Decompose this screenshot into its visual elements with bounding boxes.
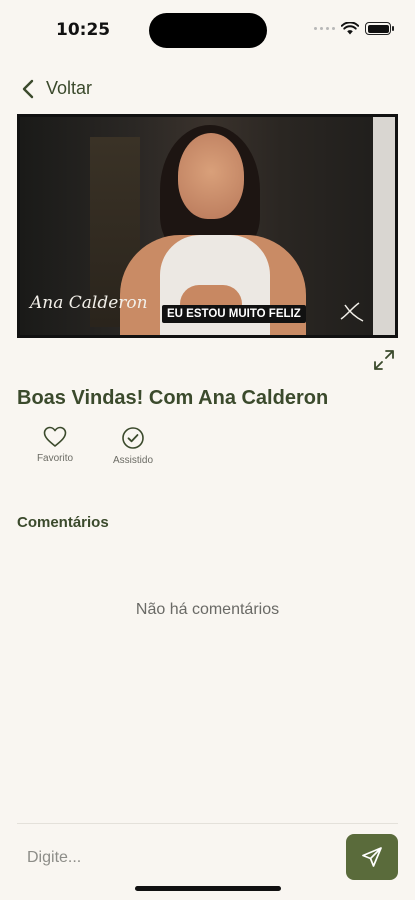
heart-icon [43,426,67,447]
status-bar: 10:25 [0,0,415,60]
favorite-button[interactable]: Favorito [30,426,80,466]
video-player[interactable]: Ana Calderon EU ESTOU MUITO FELIZ [17,114,398,338]
video-caption: EU ESTOU MUITO FELIZ [162,305,306,323]
signal-icon [314,27,335,30]
composer-divider [17,823,398,824]
lesson-title: Boas Vindas! Com Ana Calderon [17,387,329,409]
video-signature-logo: Ana Calderon [30,293,148,313]
video-background-wall [373,117,395,335]
lesson-actions: Favorito Assistido [30,426,158,466]
comments-heading: Comentários [17,514,109,531]
status-icons [314,22,394,35]
home-indicator [135,886,281,891]
video-person-face [178,133,244,219]
wifi-icon [341,22,359,35]
favorite-label: Favorito [36,453,74,464]
brand-mark-icon [340,302,364,322]
battery-icon [365,22,394,35]
send-button[interactable] [346,834,398,880]
watched-button[interactable]: Assistido [108,426,158,466]
back-button[interactable]: Voltar [22,78,92,99]
fullscreen-button[interactable] [373,349,395,376]
back-label: Voltar [46,78,93,98]
status-time: 10:25 [56,20,111,40]
comment-input[interactable] [17,836,337,880]
comments-empty-state: Não há comentários [135,601,280,618]
send-icon [362,847,382,867]
dynamic-island [149,13,267,48]
watched-label: Assistido [112,455,153,466]
expand-icon [374,350,394,370]
check-circle-icon [122,427,144,449]
chevron-left-icon [22,79,34,98]
